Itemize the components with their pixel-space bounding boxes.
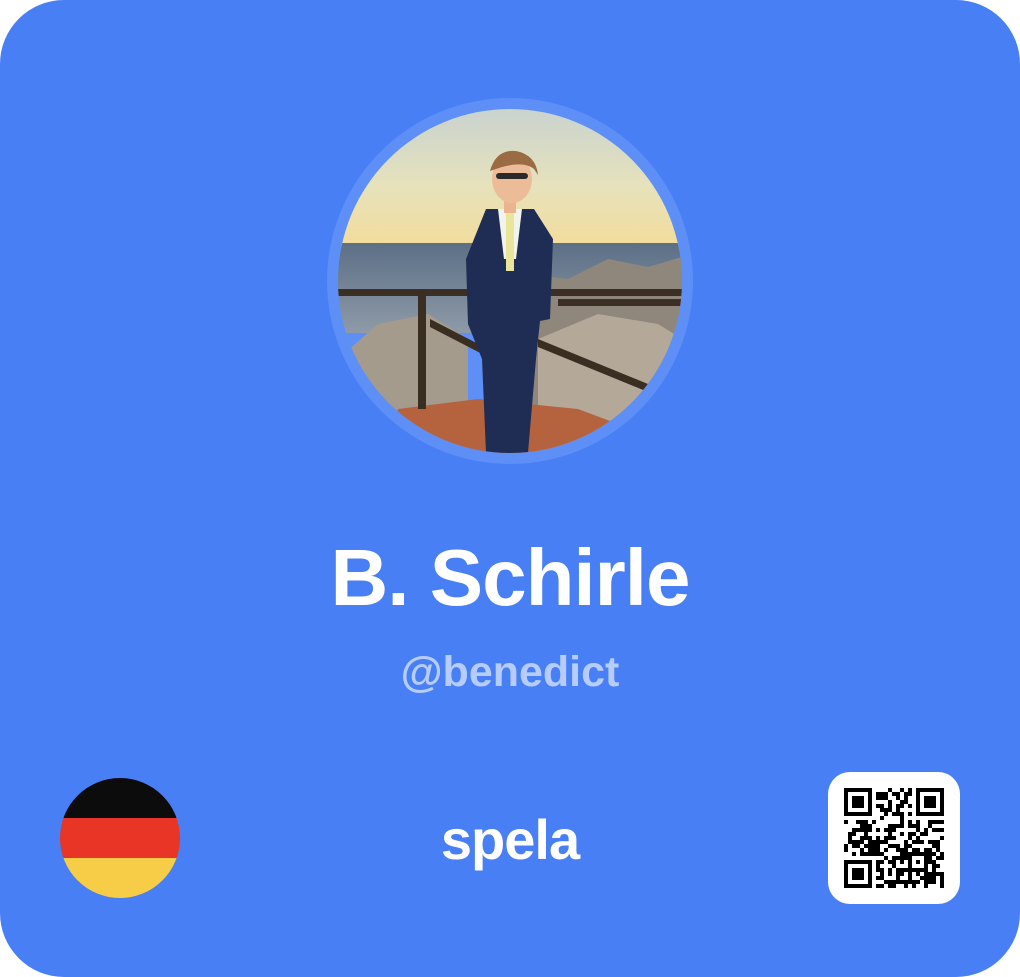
qr-code-icon: [844, 788, 944, 888]
profile-photo: [338, 109, 682, 453]
avatar[interactable]: [338, 109, 682, 453]
profile-card: B. Schirle @benedict spela: [0, 0, 1020, 977]
display-name: B. Schirle: [330, 533, 690, 622]
username: @benedict: [400, 648, 620, 696]
avatar-ring: [327, 98, 693, 464]
qr-code-button[interactable]: [828, 772, 960, 904]
